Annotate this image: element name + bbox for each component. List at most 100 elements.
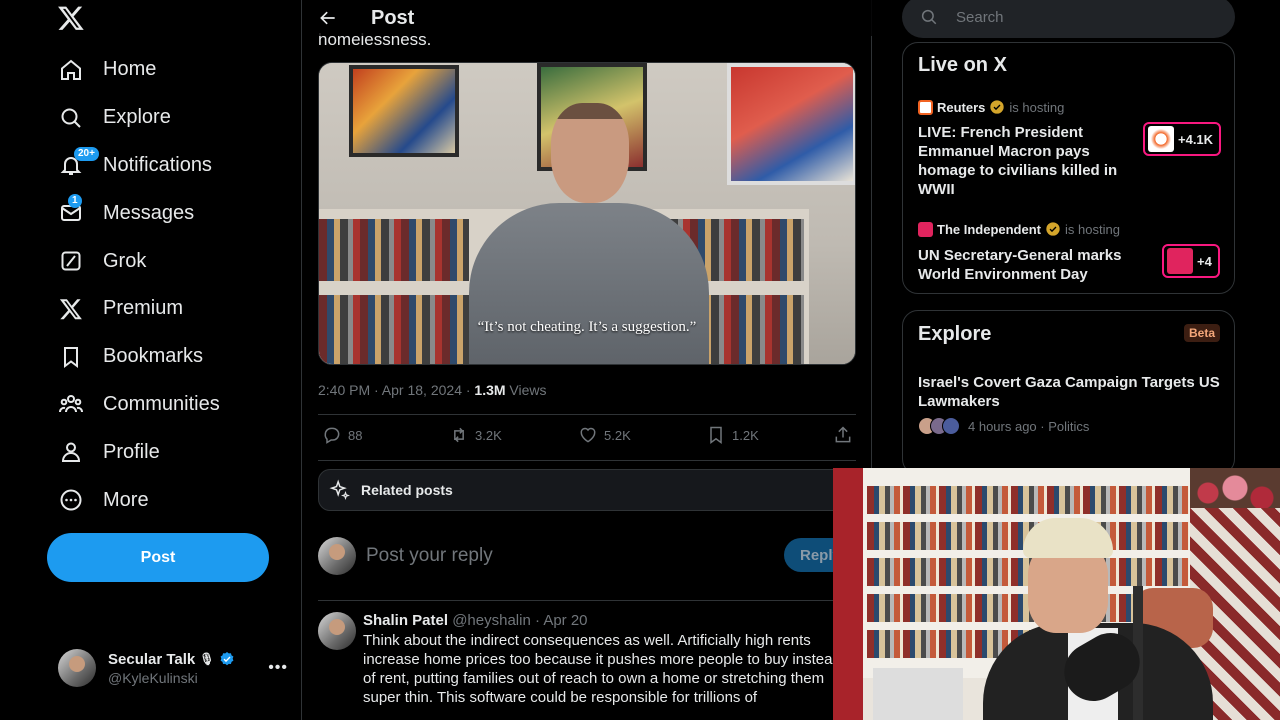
hosting-label: is hosting (1065, 221, 1120, 237)
nav-label: Grok (103, 249, 147, 272)
people-icon (58, 391, 84, 417)
listener-count: +4.1K (1178, 131, 1214, 147)
post-video[interactable]: “It’s not cheating. It’s a suggestion.” (318, 62, 856, 365)
reply-separator: · (534, 612, 540, 629)
panel-title: Live on X (918, 54, 1007, 76)
nav-explore[interactable]: Explore (47, 94, 220, 142)
search-icon (921, 9, 937, 25)
nav-label: Profile (103, 440, 160, 463)
share-action[interactable] (833, 425, 853, 445)
like-count: 5.2K (604, 427, 631, 443)
reuters-logo-icon (918, 99, 933, 115)
bell-icon: 20+ (58, 147, 99, 178)
ellipsis-icon[interactable]: ••• (268, 659, 288, 677)
wall-art (727, 63, 855, 185)
nav-profile[interactable]: Profile (47, 428, 220, 476)
nav-label: Explore (103, 106, 171, 129)
search-bar[interactable] (902, 0, 1235, 38)
nav-label: Home (103, 58, 157, 81)
reply-action[interactable]: 88 (322, 425, 362, 445)
avatar-stack (918, 417, 960, 435)
search-input[interactable] (956, 8, 1216, 26)
live-host[interactable]: The Independent is hosting (918, 221, 1120, 237)
messages-badge: 1 (68, 194, 82, 209)
nav-label: Bookmarks (103, 345, 204, 368)
books (319, 219, 469, 281)
verified-gold-icon (1046, 222, 1060, 236)
red-wall (833, 468, 863, 720)
divider (318, 460, 856, 461)
account-name-text: Secular Talk (108, 650, 196, 668)
share-icon (835, 426, 851, 443)
streamer-hair (1023, 518, 1113, 558)
bookmark-action[interactable]: 1.2K (706, 425, 759, 445)
live-on-x-panel: Live on X Reuters is hosting LIVE: Frenc… (902, 42, 1235, 294)
heart-icon (580, 427, 596, 443)
nav-label: More (103, 488, 149, 511)
nav-messages[interactable]: 1 Messages (47, 189, 220, 237)
nav-grok[interactable]: Grok (47, 237, 220, 285)
avatar[interactable] (318, 612, 356, 650)
main-column: Post homelessness. “It’s not cheating. I… (302, 0, 872, 720)
avatar (58, 649, 96, 687)
live-title[interactable]: LIVE: French President Emmanuel Macron p… (918, 123, 1128, 199)
related-posts-button[interactable]: Related posts (318, 469, 856, 511)
post-timestamp[interactable]: 2:40 PM · Apr 18, 2024 · (318, 382, 474, 398)
nav-label: Messages (103, 201, 195, 224)
verified-icon (220, 652, 233, 666)
envelope-icon: 1 (58, 194, 84, 226)
like-action[interactable]: 5.2K (578, 425, 631, 445)
account-name: Secular Talk 🎙 (108, 651, 235, 668)
reply-author-name[interactable]: Shalin Patel (363, 612, 448, 629)
nav-communities[interactable]: Communities (47, 381, 220, 429)
speaker-body (469, 203, 709, 364)
reply-count: 88 (348, 427, 363, 443)
post-button[interactable]: Post (47, 533, 269, 582)
views-count: 1.3M (474, 382, 506, 398)
live-listeners-pill[interactable]: +4 (1162, 244, 1220, 278)
back-arrow-icon[interactable] (318, 8, 338, 28)
nav-home[interactable]: Home (47, 46, 220, 94)
webcam-overlay (833, 468, 1280, 720)
reply-body: Shalin Patel @heyshalin · Apr 20 Think a… (363, 612, 853, 707)
explore-story-title[interactable]: Israel's Covert Gaza Campaign Targets US… (918, 373, 1228, 411)
account-handle: @KyleKulinski (108, 669, 198, 686)
host-name: The Independent (937, 221, 1041, 237)
account-switcher[interactable]: Secular Talk 🎙 @KyleKulinski ••• (58, 648, 288, 688)
verified-gold-icon (990, 100, 1005, 114)
left-sidebar: Home Explore 20+ Notifications 1 Message… (0, 0, 302, 720)
person-icon (58, 439, 84, 465)
x-logo-icon (58, 296, 84, 322)
live-title[interactable]: UN Secretary-General marks World Environ… (918, 246, 1128, 284)
host-name: Reuters (937, 99, 986, 115)
nav-notifications[interactable]: 20+ Notifications (47, 142, 220, 190)
reply-input[interactable] (366, 545, 766, 567)
bookmark-count: 1.2K (732, 427, 759, 443)
comment-icon (324, 427, 340, 444)
nav-more[interactable]: More (47, 476, 220, 524)
bookmark-icon (58, 344, 84, 370)
divider (318, 600, 856, 601)
nav-bookmarks[interactable]: Bookmarks (47, 333, 220, 381)
microphone-icon: 🎙 (199, 652, 215, 666)
avatar (942, 417, 960, 435)
reply-author-handle: @heyshalin (452, 612, 531, 629)
nav-label: Premium (103, 297, 184, 320)
x-logo-icon[interactable] (57, 4, 85, 32)
post-meta: 2:40 PM · Apr 18, 2024 · 1.3M Views (318, 382, 547, 398)
bookmark-icon (710, 426, 722, 444)
hosting-label: is hosting (1009, 99, 1065, 115)
live-listeners-pill[interactable]: +4.1K (1143, 122, 1222, 156)
story-time-category: 4 hours ago · Politics (968, 418, 1090, 434)
repost-action[interactable]: 3.2K (449, 425, 502, 445)
reply-header: Shalin Patel @heyshalin · Apr 20 (363, 612, 853, 629)
wall-art (349, 65, 459, 157)
reply-text: Think about the indirect consequences as… (363, 632, 841, 706)
post-header: Post (302, 0, 872, 36)
live-host[interactable]: Reuters is hosting (918, 99, 1064, 115)
post-actions: 88 3.2K 5.2K 1.2K (318, 425, 856, 451)
reply-date[interactable]: Apr 20 (543, 612, 587, 629)
streamer (983, 508, 1213, 720)
nav-premium[interactable]: Premium (47, 285, 220, 333)
beta-badge: Beta (1183, 324, 1220, 342)
